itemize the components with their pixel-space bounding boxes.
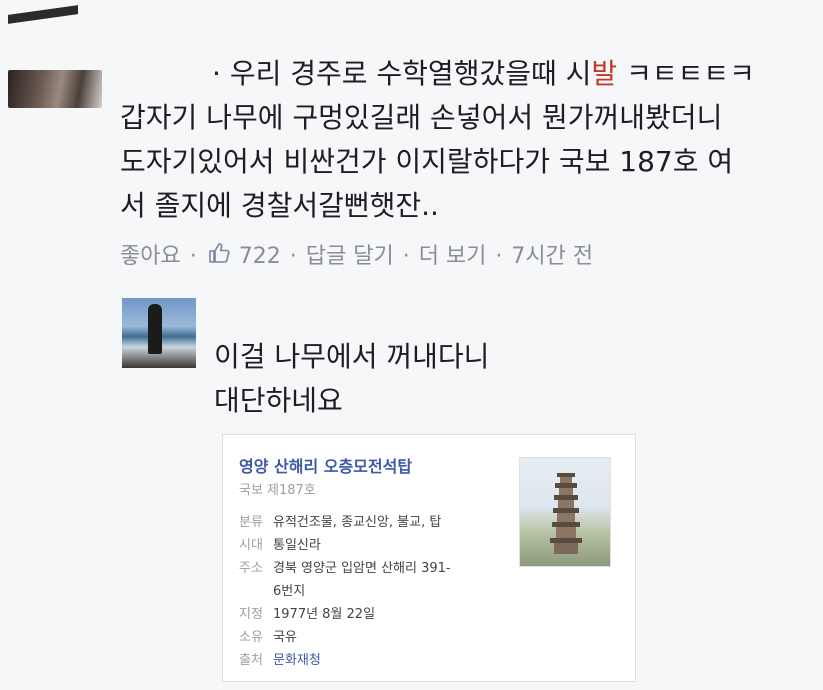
- source-link[interactable]: 문화재청: [273, 649, 509, 672]
- card-row: 분류 유적건조물, 종교신앙, 불교, 탑: [239, 511, 509, 534]
- comment-line-1-tail: ㅋㅌㅌㅌㅋ: [617, 57, 755, 90]
- comment-dot: ·: [212, 57, 221, 90]
- card-info-rows: 분류 유적건조물, 종교신앙, 불교, 탑 시대 통일신라 주소 경북 영양군 입암면…: [239, 511, 509, 672]
- card-row: 시대 통일신라: [239, 534, 509, 557]
- censored-word: 발: [591, 57, 618, 90]
- timestamp: 7시간 전: [511, 244, 594, 269]
- avatar-person-shape: [148, 304, 162, 354]
- card-row: 소유 국유: [239, 626, 509, 649]
- card-row: 지정 1977년 8월 22일: [239, 603, 509, 626]
- row-key: 분류: [239, 515, 263, 530]
- row-value: 1977년 8월 22일: [273, 607, 376, 622]
- top-edge: [0, 0, 823, 24]
- row-value: 유적건조물, 종교신앙, 불교, 탑: [273, 515, 442, 530]
- card-row: 출처 문화재청: [239, 649, 509, 672]
- row-value: 6번지: [273, 584, 306, 599]
- card-row: 주소 경북 영양군 입암면 산해리 391-: [239, 557, 509, 580]
- comment-line-2: 갑자기 나무에 구멍있길래 손넣어서 뭔가꺼내봤더니: [120, 101, 723, 134]
- reply-line-1: 이걸 나무에서 꺼내다니: [214, 340, 490, 373]
- row-value: 통일신라: [273, 538, 321, 553]
- reply-text: 이걸 나무에서 꺼내다니 대단하네요: [214, 335, 489, 423]
- comment-line-1: · 우리 경주로 수학열행갔을때 시발 ㅋㅌㅌㅌㅋ: [120, 52, 810, 96]
- meta-separator: ·: [402, 244, 410, 269]
- top-edge-shape: [8, 5, 78, 24]
- reply-line-2: 대단하네요: [214, 384, 343, 417]
- meta-separator: ·: [495, 244, 503, 269]
- commenter-avatar[interactable]: [8, 70, 102, 108]
- row-value: 경북 영양군 입암면 산해리 391-: [273, 561, 451, 576]
- comment-meta-bar: 좋아요 · 722 · 답글 달기 · 더 보기 · 7시간 전: [120, 238, 595, 270]
- card-title[interactable]: 영양 산해리 오층모전석탑: [239, 453, 412, 477]
- comment-text: · 우리 경주로 수학열행갔을때 시발 ㅋㅌㅌㅌㅋ 갑자기 나무에 구멍있길래 …: [120, 52, 810, 228]
- comment-line-3: 도자기있어서 비싼건가 이지랄하다가 국보 187호 여: [120, 145, 734, 178]
- pagoda-thumbnail[interactable]: [519, 457, 611, 567]
- meta-separator: ·: [289, 244, 297, 269]
- see-more-link[interactable]: 더 보기: [419, 244, 487, 269]
- row-key: [239, 580, 273, 603]
- reply-link[interactable]: 답글 달기: [306, 244, 394, 269]
- pagoda-image: [550, 473, 582, 554]
- reply-avatar[interactable]: [122, 298, 196, 368]
- like-link[interactable]: 좋아요: [120, 244, 181, 269]
- row-key: 주소: [239, 561, 263, 576]
- row-key: 시대: [239, 538, 263, 553]
- thumbs-up-icon: [208, 243, 230, 269]
- row-key: 소유: [239, 630, 263, 645]
- card-subtitle: 국보 제187호: [239, 483, 316, 498]
- comment-line-4: 서 졸지에 경찰서갈뻔햇잔..: [120, 189, 439, 222]
- meta-separator: ·: [189, 244, 197, 269]
- heritage-info-card[interactable]: 영양 산해리 오층모전석탑 국보 제187호 분류 유적건조물, 종교신앙, 불교…: [222, 434, 636, 682]
- card-row: 6번지: [239, 580, 509, 603]
- row-value: 국유: [273, 630, 297, 645]
- comment-line-1-text: 우리 경주로 수학열행갔을때 시: [229, 57, 592, 90]
- like-count: 722: [238, 244, 281, 269]
- row-key: 지정: [239, 607, 263, 622]
- row-key: 출처: [239, 653, 263, 668]
